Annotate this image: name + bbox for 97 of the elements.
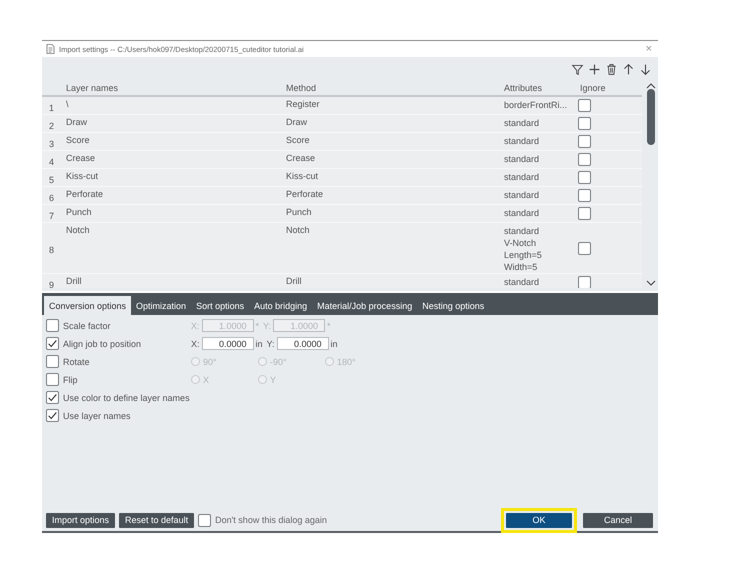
method-text: Punch (286, 207, 312, 217)
row-number: 5 (49, 174, 54, 184)
ignore-checkbox[interactable] (578, 99, 591, 112)
attribute-text: Width=5 (504, 261, 538, 273)
number-field[interactable]: 0.0000 (276, 337, 329, 350)
layer-name: Notch (66, 225, 90, 235)
layer-name: Draw (66, 117, 88, 127)
ignore-checkbox[interactable] (578, 135, 591, 148)
footer-button[interactable]: Reset to default (119, 512, 194, 528)
unit-label: in (330, 338, 338, 348)
field-label: Y: (266, 338, 275, 348)
row-number: 6 (49, 192, 54, 202)
delete-icon[interactable] (605, 63, 618, 76)
document-icon (46, 44, 55, 54)
layer-name: Score (66, 135, 90, 145)
attribute-text: standard (504, 276, 540, 288)
ignore-checkbox[interactable] (578, 117, 591, 130)
method-text: Notch (286, 225, 310, 235)
option-label: Use layer names (63, 410, 131, 420)
method-text: Score (286, 135, 310, 145)
scroll-down-icon[interactable] (646, 278, 656, 284)
move-up-icon[interactable] (622, 63, 635, 76)
ignore-checkbox[interactable] (578, 242, 591, 254)
layer-name: \ (66, 99, 69, 109)
number-field[interactable]: 0.0000 (202, 337, 254, 350)
tab[interactable]: Nesting options (417, 296, 490, 315)
add-icon[interactable] (588, 63, 601, 76)
radio-label: X (203, 374, 210, 384)
footer-button[interactable]: Import options (46, 512, 116, 528)
attribute-text: standard (504, 171, 540, 183)
ignore-checkbox[interactable] (578, 207, 591, 220)
row-number: 2 (49, 120, 54, 130)
method-text: Register (286, 99, 320, 109)
row-number: 4 (49, 156, 54, 166)
unit-label: * (256, 320, 260, 330)
unit-label: in (256, 338, 263, 348)
method-text: Perforate (286, 189, 324, 199)
tab[interactable]: Material/Job processing (312, 296, 418, 315)
option-checkbox[interactable] (46, 391, 59, 404)
row-number: 9 (49, 280, 54, 288)
option-label: Use color to define layer names (63, 392, 190, 402)
layer-name: Crease (66, 153, 96, 163)
field-label: X: (191, 320, 200, 330)
attribute-text: standard (504, 117, 540, 129)
attribute-text: standard (504, 207, 540, 219)
method-text: Crease (286, 153, 316, 163)
tab[interactable]: Conversion options (44, 296, 132, 315)
method-text: Draw (286, 117, 308, 127)
column-header: Attributes (504, 83, 542, 93)
layer-name: Drill (66, 276, 82, 286)
checkbox-label: Don't show this dialog again (215, 515, 327, 525)
tab[interactable]: Auto bridging (249, 296, 312, 315)
column-header: Layer names (66, 83, 118, 93)
dont-show-checkbox[interactable] (198, 514, 212, 526)
row-number: 7 (49, 210, 54, 220)
attribute-text: Length=5 (504, 249, 542, 261)
radio-label: 90° (203, 356, 217, 366)
option-label: Scale factor (63, 320, 111, 330)
unit-label: * (327, 320, 331, 330)
tab[interactable]: Optimization (131, 296, 192, 315)
scrollbar-thumb[interactable] (647, 89, 655, 145)
row-number: 1 (49, 102, 54, 112)
ignore-checkbox[interactable] (578, 189, 591, 202)
option-label: Rotate (63, 356, 90, 366)
column-header: Method (286, 83, 316, 93)
radio-label: -90° (270, 356, 287, 366)
option-label: Flip (63, 374, 78, 384)
tab[interactable]: Sort options (191, 296, 250, 315)
cancel-button[interactable]: Cancel (583, 512, 653, 528)
option-checkbox[interactable] (46, 337, 59, 350)
attribute-text: standard (504, 225, 540, 237)
attribute-text: standard (504, 189, 540, 201)
method-text: Kiss-cut (286, 171, 318, 181)
ignore-checkbox[interactable] (578, 153, 591, 166)
method-text: Drill (286, 276, 302, 286)
layer-name: Kiss-cut (66, 171, 98, 181)
filter-icon[interactable] (571, 63, 584, 76)
field-label: X: (191, 338, 200, 348)
scroll-up-icon[interactable] (646, 81, 656, 87)
move-down-icon[interactable] (639, 63, 652, 76)
option-checkbox[interactable] (46, 409, 59, 422)
ok-button[interactable]: OK (506, 512, 572, 528)
attribute-text: standard (504, 153, 540, 165)
layer-name: Perforate (66, 189, 104, 199)
column-header: Ignore (580, 83, 606, 93)
radio-label: 180° (337, 356, 356, 366)
row-number: 8 (49, 245, 54, 255)
layer-name: Punch (66, 207, 92, 217)
radio-label: Y (270, 374, 276, 384)
field-label: Y: (263, 320, 272, 330)
attribute-text: borderFrontRi... (504, 99, 568, 111)
option-label: Align job to position (63, 338, 142, 348)
ignore-checkbox[interactable] (578, 171, 591, 184)
ignore-checkbox[interactable] (578, 276, 591, 288)
row-number: 3 (49, 138, 54, 148)
attribute-text: V-Notch (504, 237, 536, 249)
attribute-text: standard (504, 135, 540, 147)
